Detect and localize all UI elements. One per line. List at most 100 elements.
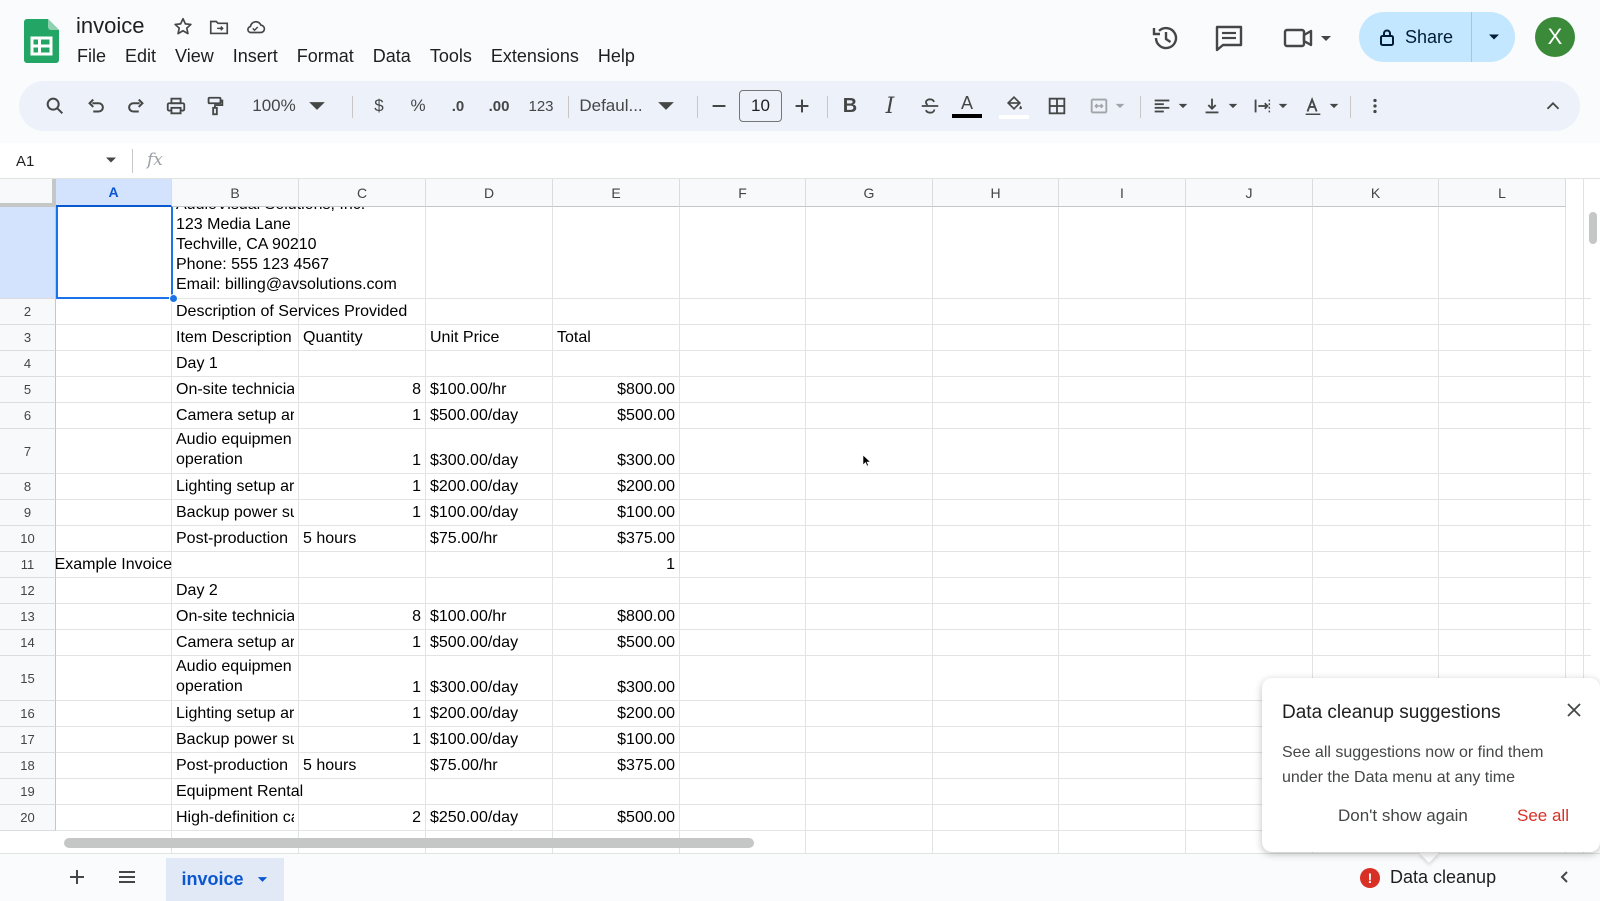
cell-c[interactable]: 1 <box>303 477 421 496</box>
zoom-select[interactable]: 100% <box>245 81 335 131</box>
row-header[interactable]: 15 <box>0 656 56 701</box>
text-color-button[interactable]: A <box>950 81 984 131</box>
more-toolbar-button[interactable] <box>1359 81 1391 131</box>
format-currency-button[interactable]: $ <box>363 81 395 131</box>
cell-b[interactable]: Description of Services Provided <box>176 302 546 321</box>
cell-b[interactable]: Lighting setup ar <box>176 704 294 723</box>
sheets-logo-icon[interactable] <box>24 19 59 63</box>
cell-b[interactable]: Day 2 <box>176 581 546 600</box>
cell-e[interactable]: $100.00 <box>557 503 675 522</box>
row-header[interactable]: 12 <box>0 578 56 604</box>
fill-handle[interactable] <box>169 294 178 303</box>
fill-color-button[interactable] <box>998 81 1030 131</box>
cell-b[interactable]: Post-production <box>176 529 294 548</box>
horizontal-align-select[interactable] <box>1148 81 1192 131</box>
version-history-icon[interactable] <box>1150 22 1182 54</box>
merge-cells-button[interactable] <box>1081 81 1133 131</box>
row-header[interactable]: 18 <box>0 753 56 779</box>
all-sheets-menu-icon[interactable] <box>114 864 140 890</box>
cell-d[interactable]: $300.00/day <box>430 451 548 470</box>
cell-b[interactable]: Camera setup ar <box>176 406 294 425</box>
row-header[interactable]: 17 <box>0 727 56 753</box>
row-header[interactable]: 4 <box>0 351 56 377</box>
menu-format[interactable]: Format <box>297 46 354 67</box>
cell-e[interactable]: $200.00 <box>557 704 675 723</box>
cloud-saved-icon[interactable] <box>244 16 266 38</box>
cell-c[interactable]: 5 hours <box>303 756 421 775</box>
row-header[interactable] <box>0 207 56 299</box>
cell-e[interactable]: $300.00 <box>557 678 675 697</box>
cell-e[interactable]: $500.00 <box>557 633 675 652</box>
cell-c[interactable]: 5 hours <box>303 529 421 548</box>
column-header[interactable]: A <box>56 179 172 207</box>
text-rotation-select[interactable] <box>1299 81 1343 131</box>
document-title[interactable]: invoice <box>76 13 144 39</box>
cell-b-multiline[interactable]: AudioVisual Solutions, Inc.123 Media Lan… <box>176 207 476 295</box>
undo-button[interactable] <box>80 81 112 131</box>
meet-call-icon[interactable] <box>1282 22 1334 54</box>
vertical-scrollbar[interactable] <box>1589 212 1597 244</box>
row-header[interactable]: 8 <box>0 474 56 500</box>
cell-d[interactable]: $100.00/day <box>430 730 548 749</box>
cell-d[interactable]: $100.00/hr <box>430 607 548 626</box>
cell-c[interactable]: 8 <box>303 380 421 399</box>
name-box[interactable]: A1 <box>16 143 34 179</box>
column-header[interactable]: L <box>1439 179 1566 207</box>
cell-d[interactable]: $200.00/day <box>430 477 548 496</box>
cell-d[interactable]: $250.00/day <box>430 808 548 827</box>
cell-e[interactable]: 1 <box>557 555 675 574</box>
column-header[interactable]: B <box>172 179 299 207</box>
cell-b-multiline[interactable]: Audio equipmen operation <box>176 657 294 697</box>
font-size-input[interactable]: 10 <box>739 90 782 122</box>
cell-e[interactable]: $500.00 <box>557 808 675 827</box>
cell-b[interactable]: Post-production <box>176 756 294 775</box>
hide-menus-button[interactable] <box>1537 81 1569 131</box>
column-header[interactable]: G <box>806 179 933 207</box>
italic-button[interactable]: I <box>874 81 906 131</box>
decrease-font-size-button[interactable] <box>703 81 735 131</box>
vertical-align-select[interactable] <box>1198 81 1242 131</box>
cell-d[interactable]: $500.00/day <box>430 633 548 652</box>
comments-icon[interactable] <box>1213 22 1245 54</box>
menu-edit[interactable]: Edit <box>125 46 156 67</box>
menu-help[interactable]: Help <box>598 46 635 67</box>
menu-view[interactable]: View <box>175 46 214 67</box>
menu-file[interactable]: File <box>77 46 106 67</box>
menu-data[interactable]: Data <box>373 46 411 67</box>
bold-button[interactable]: B <box>834 81 866 131</box>
move-to-folder-icon[interactable] <box>208 16 230 38</box>
row-header[interactable]: 2 <box>0 299 56 325</box>
redo-button[interactable] <box>120 81 152 131</box>
cell-d[interactable]: $100.00/day <box>430 503 548 522</box>
share-button[interactable]: Share <box>1359 12 1471 62</box>
cell-e[interactable]: $300.00 <box>557 451 675 470</box>
row-header[interactable]: 19 <box>0 779 56 805</box>
cell-c[interactable]: 1 <box>303 503 421 522</box>
cell-e[interactable]: $375.00 <box>557 529 675 548</box>
cell-d[interactable]: $75.00/hr <box>430 756 548 775</box>
row-header[interactable]: 7 <box>0 429 56 474</box>
row-header[interactable]: 3 <box>0 325 56 351</box>
column-header[interactable]: I <box>1059 179 1186 207</box>
search-menus-button[interactable] <box>39 81 71 131</box>
cell-e[interactable]: $500.00 <box>557 406 675 425</box>
cell-b[interactable]: High-definition ca <box>176 808 294 827</box>
format-percent-button[interactable]: % <box>402 81 434 131</box>
cell-c[interactable]: Quantity <box>303 328 421 347</box>
cell-b[interactable]: Backup power su <box>176 503 294 522</box>
row-header[interactable]: 5 <box>0 377 56 403</box>
cell-e[interactable]: $800.00 <box>557 380 675 399</box>
strikethrough-button[interactable] <box>914 81 946 131</box>
borders-button[interactable] <box>1041 81 1073 131</box>
cell-e[interactable]: Total <box>557 328 675 347</box>
row-header[interactable]: 9 <box>0 500 56 526</box>
row-header[interactable]: 16 <box>0 701 56 727</box>
cell-e[interactable]: $800.00 <box>557 607 675 626</box>
caret-down-icon[interactable] <box>104 153 118 167</box>
column-header[interactable]: J <box>1186 179 1313 207</box>
cell-b-multiline[interactable]: Audio equipmen operation <box>176 430 294 470</box>
cell-c[interactable]: 1 <box>303 633 421 652</box>
cell-e[interactable]: $200.00 <box>557 477 675 496</box>
cell-e[interactable]: $375.00 <box>557 756 675 775</box>
row-header[interactable]: 11 <box>0 552 56 578</box>
